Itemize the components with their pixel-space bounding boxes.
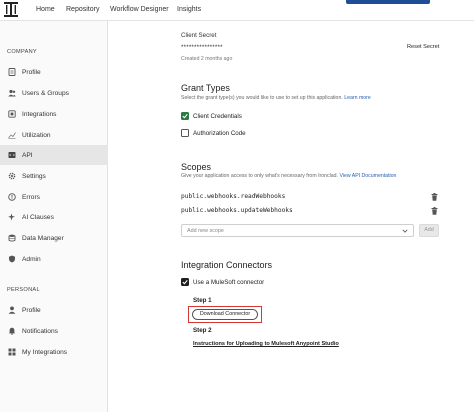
sidebar-item-integrations[interactable]: Integrations	[0, 104, 108, 124]
step-1-label: Step 1	[193, 297, 212, 304]
client-secret-created: Created 2 months ago	[181, 56, 233, 62]
sidebar-item-notifications[interactable]: Notifications	[0, 321, 108, 341]
sidebar-item-personal-profile[interactable]: Profile	[0, 300, 108, 320]
code-icon	[8, 151, 16, 159]
scopes-description: Give your application access to only wha…	[181, 173, 396, 179]
client-secret-label: Client Secret	[181, 32, 217, 39]
gear-icon	[8, 172, 16, 180]
settings-sidebar: COMPANY Profile Users & Groups Integrati…	[0, 21, 108, 412]
scope-item: public.webhooks.updateWebhooks	[181, 207, 293, 214]
sidebar-item-label: Users & Groups	[22, 89, 69, 97]
use-mulesoft-label: Use a MuleSoft connector	[193, 279, 265, 286]
sidebar-item-label: Data Manager	[22, 234, 64, 242]
top-primary-button[interactable]	[346, 0, 430, 4]
sidebar-item-label: Integrations	[22, 110, 57, 118]
sparkle-icon	[8, 213, 16, 221]
sidebar-item-profile[interactable]: Profile	[0, 62, 108, 82]
sidebar-item-label: Profile	[22, 306, 41, 314]
client-credentials-checkbox[interactable]	[181, 112, 189, 120]
checkmark-icon	[182, 113, 188, 119]
sidebar-item-label: AI Clauses	[22, 213, 54, 221]
scope-item: public.webhooks.readWebhooks	[181, 193, 286, 200]
sidebar-item-data-manager[interactable]: Data Manager	[0, 228, 108, 248]
add-scope-select[interactable]: Add new scope	[181, 224, 414, 237]
checkmark-icon	[182, 279, 188, 285]
bell-icon	[8, 327, 16, 335]
ironclad-logo[interactable]	[4, 2, 18, 17]
chevron-down-icon	[402, 229, 408, 233]
top-navigation-bar: Home Repository Workflow Designer Insigh…	[0, 0, 474, 21]
nav-workflow-designer[interactable]: Workflow Designer	[110, 6, 169, 13]
admin-icon	[8, 255, 16, 263]
reset-secret-button[interactable]: Reset Secret	[407, 44, 439, 50]
document-icon	[8, 68, 16, 76]
upload-instructions-link[interactable]: Instructions for Uploading to Mulesoft A…	[193, 341, 339, 347]
sidebar-item-admin[interactable]: Admin	[0, 249, 108, 269]
learn-more-link[interactable]: Learn more	[344, 95, 371, 101]
sidebar-item-ai-clauses[interactable]: AI Clauses	[0, 207, 108, 227]
error-icon	[8, 193, 16, 201]
grant-types-description-text: Select the grant type(s) you would like …	[181, 95, 343, 101]
sidebar-item-label: Admin	[22, 255, 41, 263]
nav-repository[interactable]: Repository	[66, 6, 99, 13]
client-secret-value: ****************	[181, 44, 223, 51]
sidebar-item-label: API	[22, 151, 33, 159]
step-2-label: Step 2	[193, 327, 212, 334]
sidebar-item-label: Notifications	[22, 327, 58, 335]
scopes-description-text: Give your application access to only wha…	[181, 173, 338, 179]
person-icon	[8, 306, 16, 314]
nav-home[interactable]: Home	[36, 6, 55, 13]
sidebar-item-label: Utilization	[22, 131, 51, 139]
sidebar-item-utilization[interactable]: Utilization	[0, 125, 108, 145]
sidebar-item-label: My Integrations	[22, 348, 68, 356]
sidebar-item-label: Settings	[22, 172, 46, 180]
grant-types-title: Grant Types	[181, 83, 230, 93]
company-section-label: COMPANY	[7, 49, 37, 55]
add-scope-placeholder: Add new scope	[187, 228, 224, 234]
integration-connectors-title: Integration Connectors	[181, 260, 273, 270]
sidebar-item-settings[interactable]: Settings	[0, 166, 108, 186]
grant-types-description: Select the grant type(s) you would like …	[181, 95, 371, 101]
view-api-documentation-link[interactable]: View API Documentation	[339, 173, 396, 179]
scopes-title: Scopes	[181, 162, 212, 172]
sidebar-item-label: Profile	[22, 68, 41, 76]
authorization-code-checkbox[interactable]	[181, 129, 189, 137]
authorization-code-label: Authorization Code	[193, 130, 246, 137]
trash-icon[interactable]	[431, 207, 438, 215]
sidebar-item-my-integrations[interactable]: My Integrations	[0, 342, 108, 362]
use-mulesoft-checkbox[interactable]	[181, 278, 189, 286]
users-icon	[8, 89, 16, 97]
integrations-icon	[8, 110, 16, 118]
grid-icon	[8, 348, 16, 356]
chart-icon	[8, 131, 16, 139]
database-icon	[8, 234, 16, 242]
sidebar-item-users-groups[interactable]: Users & Groups	[0, 83, 108, 103]
sidebar-item-errors[interactable]: Errors	[0, 187, 108, 207]
download-connector-button[interactable]: Download Connector	[192, 309, 258, 320]
trash-icon[interactable]	[431, 193, 438, 201]
sidebar-item-api[interactable]: API	[0, 145, 108, 165]
client-credentials-label: Client Credentials	[193, 113, 242, 120]
api-settings-content: Client Secret **************** Created 2…	[108, 21, 474, 412]
personal-section-label: PERSONAL	[7, 287, 40, 293]
nav-insights[interactable]: Insights	[177, 6, 201, 13]
sidebar-item-label: Errors	[22, 193, 40, 201]
add-scope-button[interactable]: Add	[419, 224, 439, 237]
